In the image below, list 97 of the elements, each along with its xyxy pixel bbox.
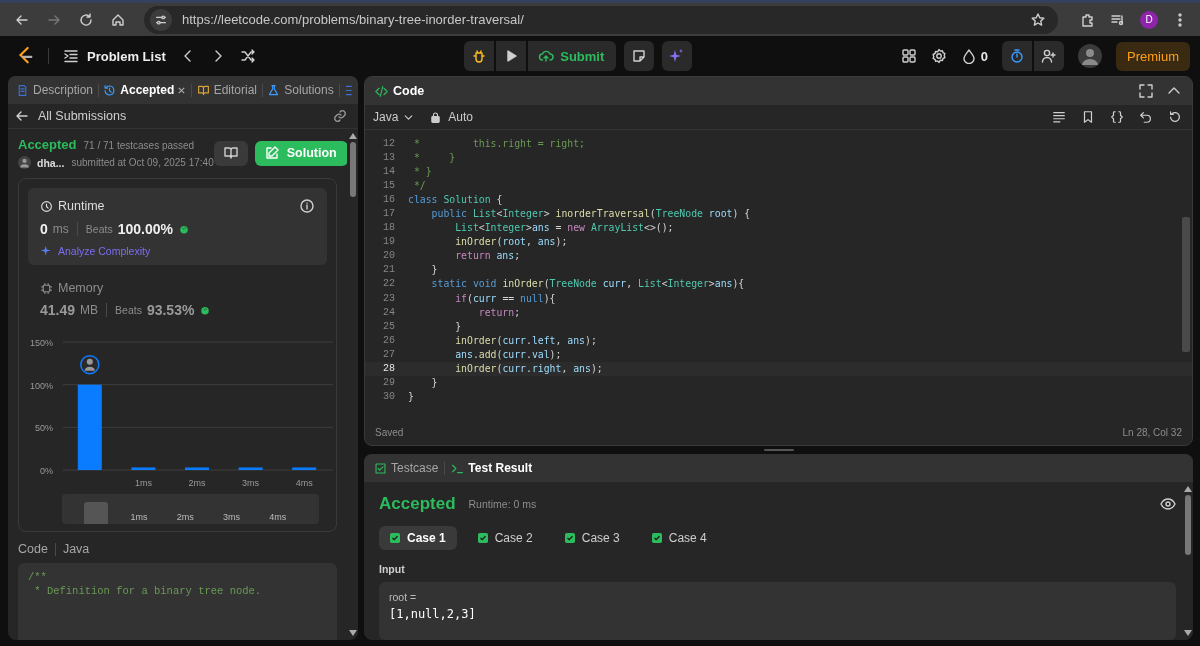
beats-label: Beats (115, 304, 142, 316)
save-status: Saved (375, 426, 404, 438)
panel-tab[interactable]: Accepted (103, 83, 175, 97)
range-navigator[interactable]: 1ms 2ms 3ms 4ms (62, 494, 319, 524)
code-line[interactable]: if(curr == null){ (408, 292, 556, 304)
line-number: 30 (382, 391, 395, 403)
line-number: 24 (382, 306, 395, 318)
runtime-value: 0 (40, 221, 48, 237)
profile-avatar[interactable]: D (1140, 10, 1158, 29)
axis-label: 100% (29, 380, 53, 391)
panel-title: Code (393, 84, 425, 98)
line-number: 26 (382, 334, 395, 346)
line-number: 21 (382, 264, 395, 276)
axis-label: 3ms (241, 478, 259, 488)
runtime-title: Runtime (58, 199, 105, 213)
cursor-position: Ln 28, Col 32 (1122, 426, 1182, 438)
code-label: Code (18, 542, 48, 556)
axis-label: 2ms (188, 478, 205, 488)
line-number: 15 (382, 179, 395, 191)
code-line[interactable]: public List<Integer> inorderTraversal(TreeNode root) { (408, 208, 751, 219)
line-number: 12 (382, 137, 395, 149)
problem-list-button[interactable]: Problem List (63, 48, 166, 64)
code-line[interactable]: } (408, 377, 438, 389)
runtime-percentile: 100.00% (117, 221, 173, 237)
memory-value: 41.49 (40, 302, 76, 318)
line-number: 28 (382, 363, 395, 375)
case-tab[interactable]: Case 2 (466, 526, 544, 550)
memory-unit: MB (80, 303, 99, 317)
code-line[interactable]: inOrder(curr.right, ans); (408, 363, 603, 375)
runtime-label: Runtime: 0 ms (468, 498, 537, 510)
testcases-passed: 71 / 71 testcases passed (83, 140, 195, 151)
navigator-label: 4ms (268, 512, 288, 522)
code-line[interactable]: } (408, 264, 438, 276)
case-tab[interactable]: Case 4 (640, 526, 718, 550)
code-line[interactable]: } (408, 391, 414, 403)
code-line: /** (28, 570, 48, 584)
line-number: 14 (382, 165, 395, 177)
navigator-label: 3ms (222, 512, 242, 522)
line-number: 23 (382, 292, 395, 304)
address-bar[interactable]: https://leetcode.com/problems/binary-tree-inorder-traversal/ (144, 5, 1058, 34)
line-number: 13 (382, 151, 395, 163)
navigator-label: 1ms (129, 512, 149, 522)
code-line[interactable]: List<Integer>ans = new ArrayList<>(); (408, 222, 674, 234)
axis-label: 1ms (134, 478, 152, 488)
code-line[interactable]: inOrder(curr.left, ans); (408, 334, 597, 346)
parameter-value: [1,null,2,3] (389, 607, 477, 621)
axis-label: 50% (34, 423, 53, 434)
memory-percentile: 93.53% (146, 302, 195, 318)
line-number: 18 (382, 222, 395, 234)
panel-tab[interactable]: Editorial (196, 83, 257, 97)
code-line[interactable]: return ans; (408, 250, 521, 262)
axis-label: 4ms (295, 478, 313, 488)
runtime-unit: ms (52, 222, 69, 236)
line-number: 20 (382, 250, 395, 262)
runtime-panel[interactable]: Runtime 0 ms Beats 100.00% Analyze Complexity (28, 188, 327, 265)
code-line[interactable]: * } (408, 151, 456, 163)
code-line[interactable]: */ (408, 179, 426, 191)
auto-mode-label: Auto (448, 110, 474, 124)
language-label: Java (62, 542, 90, 556)
premium-button[interactable]: Premium (1116, 41, 1190, 71)
code-line[interactable]: static void inOrder(TreeNode curr, List<Integer>ans){ (408, 278, 745, 290)
input-label: Input (379, 563, 406, 575)
line-number: 19 (382, 236, 395, 248)
code-line[interactable]: return; (408, 306, 521, 318)
code-line[interactable]: * this.right = right; (408, 137, 585, 149)
code-line[interactable]: inOrder(root, ans); (408, 236, 568, 248)
case-tab[interactable]: Case 1 (379, 526, 457, 550)
line-number: 29 (382, 377, 395, 389)
submission-status: Accepted (18, 137, 77, 152)
panel-tab[interactable]: Solutions (267, 83, 334, 97)
code-line[interactable]: } (408, 320, 462, 332)
code-line: * Definition for a binary tree node. (33, 584, 263, 598)
memory-title: Memory (58, 281, 104, 295)
submit-button[interactable]: Submit (528, 41, 617, 71)
panel-tab[interactable]: Test Result (451, 461, 533, 475)
panel-tab[interactable]: Testcase (374, 461, 439, 475)
language-dropdown[interactable]: Java (373, 110, 416, 124)
line-number: 16 (382, 193, 395, 205)
all-submissions-link[interactable]: All Submissions (14, 108, 127, 124)
panel-tab[interactable]: Description (16, 83, 94, 97)
line-number: 27 (382, 348, 395, 360)
axis-label: 0% (39, 466, 53, 476)
code-line[interactable]: ans.add(curr.val); (408, 348, 562, 360)
axis-label: 150% (29, 338, 53, 348)
beats-label: Beats (85, 223, 113, 235)
line-number: 25 (382, 320, 395, 332)
streak-count: 0 (980, 48, 988, 64)
parameter-name: root = (389, 591, 418, 603)
navigator-label: 2ms (175, 512, 195, 522)
result-verdict: Accepted (379, 494, 456, 514)
username[interactable]: dha... (37, 156, 65, 169)
line-number: 17 (382, 208, 395, 219)
submitted-time: submitted at Oct 09, 2025 17:40 (71, 157, 214, 168)
case-tab[interactable]: Case 3 (553, 526, 631, 550)
code-line[interactable]: * } (408, 165, 432, 177)
line-number: 22 (382, 278, 395, 290)
code-line[interactable]: class Solution { (408, 193, 503, 205)
